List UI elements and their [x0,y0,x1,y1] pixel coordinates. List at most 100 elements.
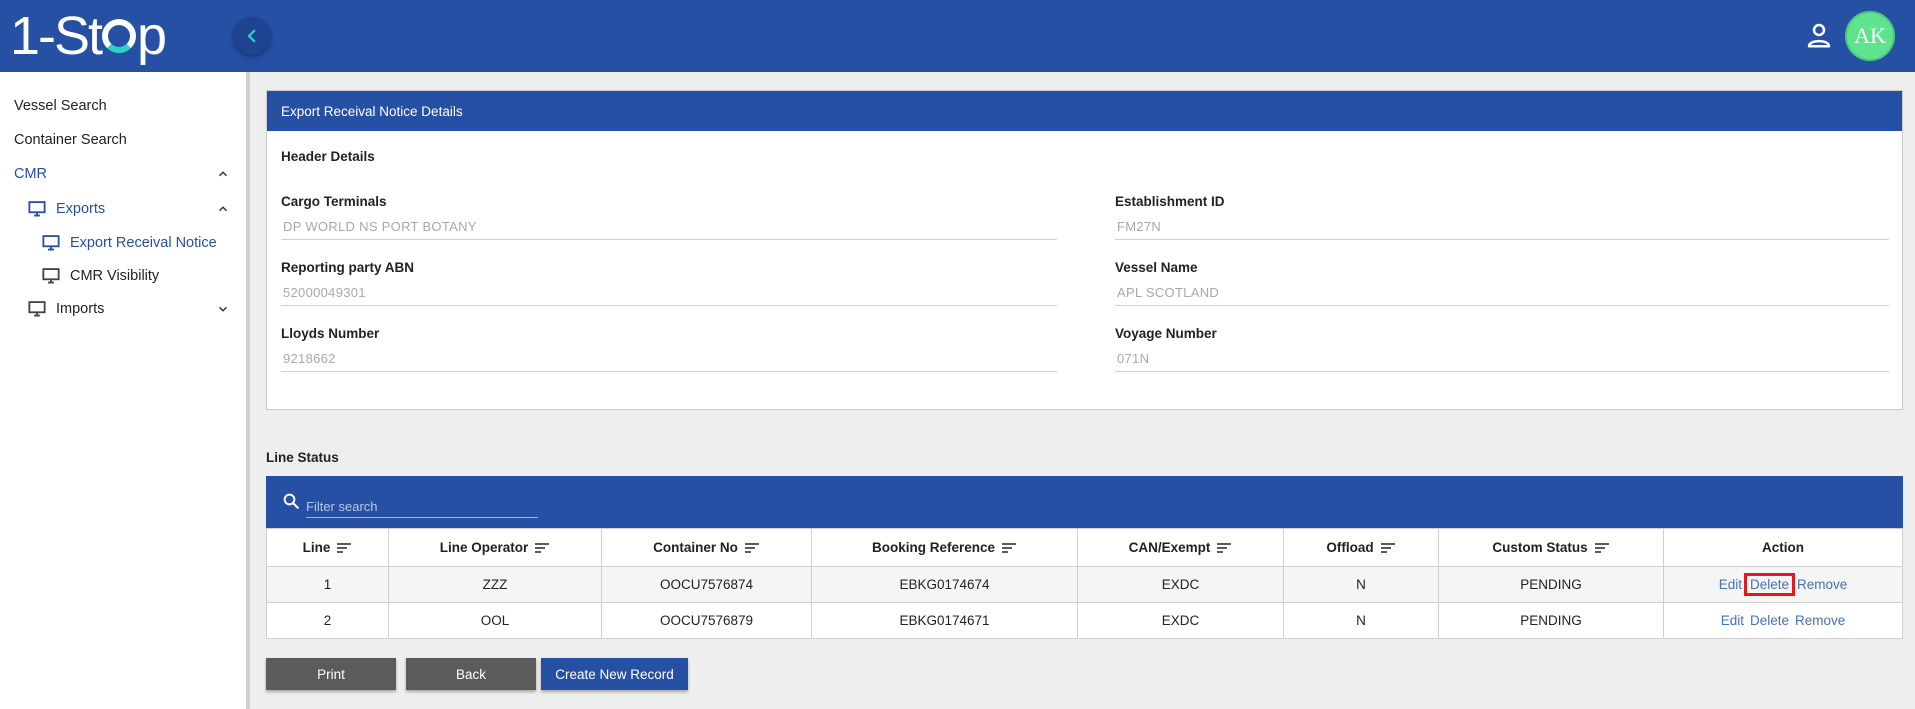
cell-booking-reference: EBKG0174671 [812,603,1078,639]
voyage-number-field[interactable]: 071N [1117,351,1149,366]
line-status-table: Line Line Operator Container No Booking … [266,528,1903,639]
sidebar-item-label: CMR Visibility [70,268,159,284]
filter-search-input[interactable] [306,496,538,518]
sidebar-item-label: Container Search [14,132,127,148]
cell-actions: Edit Delete Remove [1664,603,1903,639]
column-header-can-exempt[interactable]: CAN/Exempt [1078,529,1284,567]
cargo-terminals-label: Cargo Terminals [281,194,387,209]
column-label: Action [1762,540,1804,555]
delete-link[interactable]: Delete [1750,613,1789,628]
user-icon[interactable] [1804,20,1834,50]
sidebar-item-container-search[interactable]: Container Search [0,125,246,155]
sidebar-item-label: Exports [56,201,105,217]
table-row: 1 ZZZ OOCU7576874 EBKG0174674 EXDC N PEN… [267,567,1903,603]
table-row: 2 OOL OOCU7576879 EBKG0174671 EXDC N PEN… [267,603,1903,639]
column-label: Custom Status [1492,540,1587,555]
delete-link[interactable]: Delete [1748,577,1791,592]
search-icon [282,492,300,510]
lloyds-number-label: Lloyds Number [281,326,379,341]
lloyds-number-field[interactable]: 9218662 [283,351,336,366]
remove-link[interactable]: Remove [1797,577,1847,592]
field-underline [281,371,1057,372]
sidebar-item-exports[interactable]: Exports [0,194,246,224]
cell-offload: N [1284,567,1439,603]
avatar[interactable]: AK [1845,11,1895,61]
field-underline [1115,305,1889,306]
remove-link[interactable]: Remove [1795,613,1845,628]
sidebar-item-cmr[interactable]: CMR [0,159,246,189]
voyage-number-label: Voyage Number [1115,326,1217,341]
column-label: Offload [1326,540,1373,555]
edit-link[interactable]: Edit [1719,577,1742,592]
sidebar-item-label: CMR [14,166,47,182]
app-logo[interactable]: 1-St p [10,8,165,64]
sidebar-item-label: Imports [56,301,104,317]
column-header-line[interactable]: Line [267,529,389,567]
cell-custom-status: PENDING [1439,567,1664,603]
chevron-up-icon [216,167,230,181]
sort-icon [336,542,352,554]
cell-container-no: OOCU7576879 [602,603,812,639]
cell-line: 1 [267,567,389,603]
sidebar-item-label: Export Receival Notice [70,235,217,251]
sidebar-item-imports[interactable]: Imports [0,294,246,324]
logo-ring-icon [102,19,136,53]
sidebar-item-vessel-search[interactable]: Vessel Search [0,91,246,121]
top-bar: 1-St p AK [0,0,1915,72]
column-header-action: Action [1664,529,1903,567]
edit-link[interactable]: Edit [1721,613,1744,628]
column-header-booking-reference[interactable]: Booking Reference [812,529,1078,567]
column-label: Booking Reference [872,540,995,555]
chevron-left-icon [243,27,261,45]
logo-text-end: p [137,6,165,66]
card-header: Export Receival Notice Details [267,91,1902,131]
sidebar-item-export-receival-notice[interactable]: Export Receival Notice [0,228,246,258]
chevron-down-icon [216,302,230,316]
establishment-id-label: Establishment ID [1115,194,1225,209]
vessel-name-label: Vessel Name [1115,260,1198,275]
column-label: Line Operator [440,540,529,555]
column-header-line-operator[interactable]: Line Operator [389,529,602,567]
cell-offload: N [1284,603,1439,639]
establishment-id-field[interactable]: FM27N [1117,219,1161,234]
cell-can-exempt: EXDC [1078,603,1284,639]
header-details-title: Header Details [281,149,375,164]
cell-line-operator: ZZZ [389,567,602,603]
reporting-abn-label: Reporting party ABN [281,260,414,275]
column-header-container-no[interactable]: Container No [602,529,812,567]
sort-icon [744,542,760,554]
sidebar-item-cmr-visibility[interactable]: CMR Visibility [0,261,246,291]
field-underline [281,305,1057,306]
sort-icon [1001,542,1017,554]
column-label: Line [303,540,331,555]
field-underline [281,239,1057,240]
line-status-title: Line Status [266,450,339,465]
sort-icon [1594,542,1610,554]
collapse-sidebar-button[interactable] [233,17,271,55]
column-header-offload[interactable]: Offload [1284,529,1439,567]
column-label: CAN/Exempt [1129,540,1211,555]
cell-booking-reference: EBKG0174674 [812,567,1078,603]
export-receival-details-card: Export Receival Notice Details Header De… [266,90,1903,410]
filter-bar [266,476,1903,528]
cargo-terminals-field[interactable]: DP WORLD NS PORT BOTANY [283,219,477,234]
logo-text: 1-St [10,6,101,66]
reporting-abn-field[interactable]: 52000049301 [283,285,366,300]
field-underline [1115,239,1889,240]
cell-line: 2 [267,603,389,639]
field-underline [1115,371,1889,372]
sort-icon [1216,542,1232,554]
cell-actions: Edit Delete Remove [1664,567,1903,603]
cell-container-no: OOCU7576874 [602,567,812,603]
sort-icon [534,542,550,554]
vessel-name-field[interactable]: APL SCOTLAND [1117,285,1219,300]
monitor-icon [42,235,60,251]
print-button[interactable]: Print [266,658,396,690]
chevron-up-icon [216,202,230,216]
cell-custom-status: PENDING [1439,603,1664,639]
monitor-icon [42,268,60,284]
create-new-record-button[interactable]: Create New Record [541,658,688,690]
sort-icon [1380,542,1396,554]
back-button[interactable]: Back [406,658,536,690]
column-header-custom-status[interactable]: Custom Status [1439,529,1664,567]
